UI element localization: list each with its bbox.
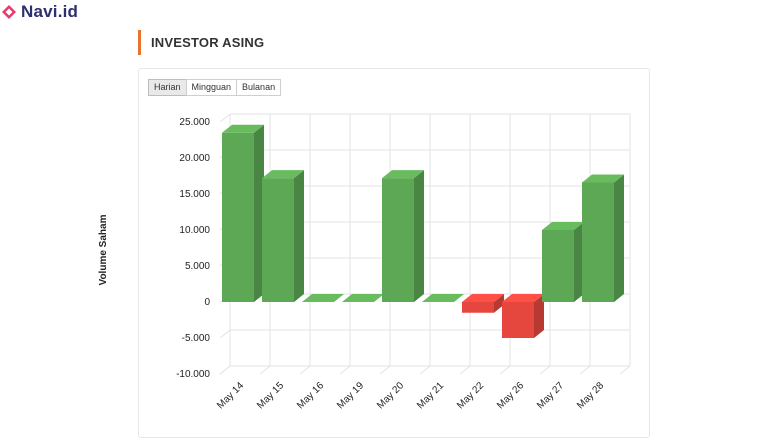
bar[interactable] <box>222 124 264 302</box>
bar-front <box>222 132 254 302</box>
y-axis-title: Volume Saham <box>98 214 109 286</box>
x-tick-label: May 27 <box>535 380 566 411</box>
grid-line-floor <box>219 365 231 375</box>
y-tick-label: 15.000 <box>179 189 210 200</box>
x-tick-label: May 15 <box>255 380 286 411</box>
y-tick-label: -10.000 <box>176 369 210 380</box>
x-tick-label: May 14 <box>215 380 246 411</box>
grid-line-floor <box>539 365 551 375</box>
x-tick-label: May 22 <box>455 380 486 411</box>
bar[interactable] <box>382 170 424 302</box>
bar-front <box>382 178 414 302</box>
bar-front <box>542 230 574 302</box>
x-tick-label: May 16 <box>295 380 326 411</box>
grid-line-floor <box>339 365 351 375</box>
y-tick-label: 0 <box>204 297 210 308</box>
bar-side <box>294 170 304 302</box>
bar-front <box>462 302 494 313</box>
grid-line-floor <box>259 365 271 375</box>
grid-line-floor <box>499 365 511 375</box>
bar-top <box>422 294 464 302</box>
bar-top <box>342 294 384 302</box>
bar-front <box>582 182 614 302</box>
y-tick-label: 5.000 <box>185 261 210 272</box>
bar[interactable] <box>342 294 384 302</box>
grid-line-floor <box>299 365 311 375</box>
bar[interactable] <box>542 222 584 302</box>
x-tick-label: May 28 <box>575 380 606 411</box>
x-tick-label: May 26 <box>495 380 526 411</box>
grid-line-floor <box>579 365 591 375</box>
y-tick-label: 20.000 <box>179 153 210 164</box>
grid-line-floor <box>419 365 431 375</box>
bar[interactable] <box>462 294 504 313</box>
grid-line-floor <box>379 365 391 375</box>
bar-side <box>614 174 624 302</box>
x-tick-label: May 21 <box>415 380 446 411</box>
bar-front <box>502 302 534 338</box>
bar[interactable] <box>502 294 544 338</box>
bar[interactable] <box>302 294 344 302</box>
y-tick-label: 25.000 <box>179 117 210 128</box>
grid-line-floor <box>459 365 471 375</box>
bar[interactable] <box>582 174 624 302</box>
bar-front <box>262 178 294 302</box>
grid-line-depth <box>219 113 231 123</box>
bar[interactable] <box>262 170 304 302</box>
bar-side <box>414 170 424 302</box>
x-tick-label: May 20 <box>375 380 406 411</box>
y-tick-label: 10.000 <box>179 225 210 236</box>
bar-top <box>302 294 344 302</box>
grid-line-depth <box>219 329 231 339</box>
grid-line-floor <box>619 365 631 375</box>
y-tick-label: -5.000 <box>182 333 211 344</box>
bar-chart: 25.000 20.000 15.000 10.000 5.000 0 -5.000 -10.… <box>176 113 631 411</box>
bar[interactable] <box>422 294 464 302</box>
x-tick-label: May 19 <box>335 380 366 411</box>
